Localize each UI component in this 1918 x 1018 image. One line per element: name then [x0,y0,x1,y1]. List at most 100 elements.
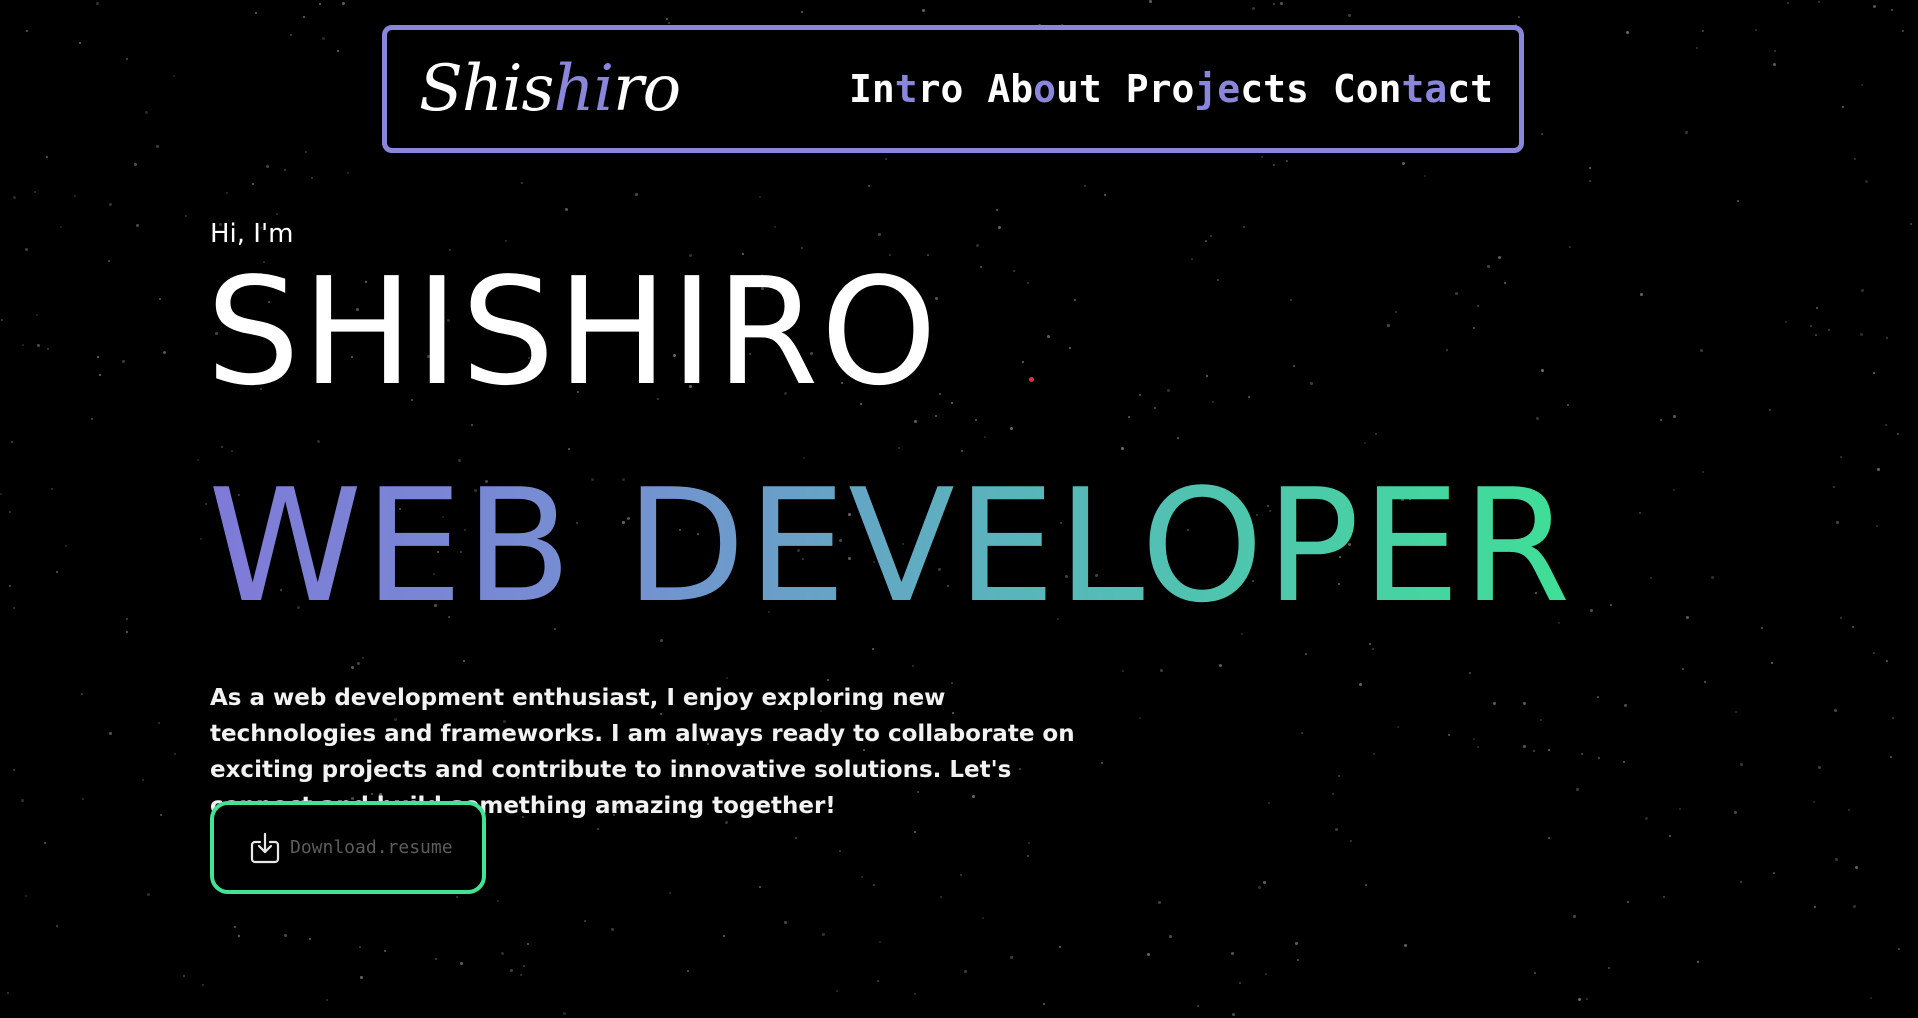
star [1773,872,1775,874]
star [46,156,48,158]
star [861,876,863,878]
star [1293,365,1295,367]
star [1813,801,1815,803]
star [174,753,176,755]
star [1252,7,1255,10]
star [1536,417,1539,420]
star [1885,424,1887,426]
nav-link-about-start: Ab [987,67,1034,111]
star [726,677,728,679]
star [1627,901,1629,903]
star [873,884,875,886]
star [1243,226,1245,228]
star [1669,835,1671,837]
star [1448,734,1450,736]
star [1310,382,1313,385]
site-logo[interactable]: Shishiro [419,57,681,121]
star [1818,766,1821,769]
star [1865,180,1868,183]
star [976,244,979,247]
nav-link-intro[interactable]: Intro [849,67,963,111]
star [1305,653,1307,655]
star [160,814,162,816]
download-resume-button[interactable]: Download.resume [210,801,486,894]
star [1197,1005,1199,1007]
star [91,418,93,420]
logo-text-start: Shis [419,52,554,126]
star [74,195,76,197]
star [1022,361,1024,363]
star [136,224,139,227]
star [1686,616,1689,619]
star [221,446,223,448]
star [1010,956,1013,959]
nav-link-contact[interactable]: Contact [1333,67,1493,111]
star [357,662,360,665]
star [96,2,99,5]
star [568,448,570,450]
star [1359,683,1362,686]
star [82,798,84,800]
star [362,657,364,659]
star [1842,106,1844,108]
star [1261,156,1263,158]
star [998,226,1001,229]
nav-link-projects[interactable]: Projects [1126,67,1309,111]
star [563,1012,566,1015]
star [1740,881,1742,883]
star [660,639,663,642]
star [1446,349,1448,351]
star [1350,840,1352,842]
star [9,585,11,587]
star [1534,972,1536,974]
star [611,928,614,931]
star [1518,16,1520,18]
star [1623,761,1625,763]
star [266,165,269,168]
star [1870,997,1872,999]
star [1523,745,1526,748]
star [1877,468,1880,471]
star [1902,30,1904,32]
star [1258,886,1261,889]
star [964,970,967,973]
star [1231,952,1234,955]
star [879,941,881,943]
star [1477,746,1479,748]
star [1886,660,1888,662]
star [47,348,49,350]
star [1332,793,1334,795]
star [1541,133,1543,135]
star [1673,489,1675,491]
star [1769,409,1771,411]
star [1891,9,1893,11]
star [234,926,236,928]
star [1679,808,1681,810]
star [1834,709,1837,712]
star [1402,162,1405,165]
star [7,992,9,994]
star [912,665,914,667]
star [1876,525,1878,527]
star [1734,811,1737,814]
star [1206,375,1208,377]
nav-link-about[interactable]: About [987,67,1101,111]
star [351,666,354,669]
star [1273,3,1275,5]
star [1335,828,1338,831]
star [1578,998,1581,1001]
star [1682,668,1684,670]
star [1397,726,1399,728]
star [156,145,159,148]
star [1855,866,1858,869]
star [521,182,523,184]
star [305,151,307,153]
star [822,933,825,936]
star [44,842,46,844]
star [1504,282,1506,284]
star [982,917,984,919]
star [1645,817,1648,820]
star [1387,324,1390,327]
star [1548,837,1550,839]
star [1043,1003,1045,1005]
